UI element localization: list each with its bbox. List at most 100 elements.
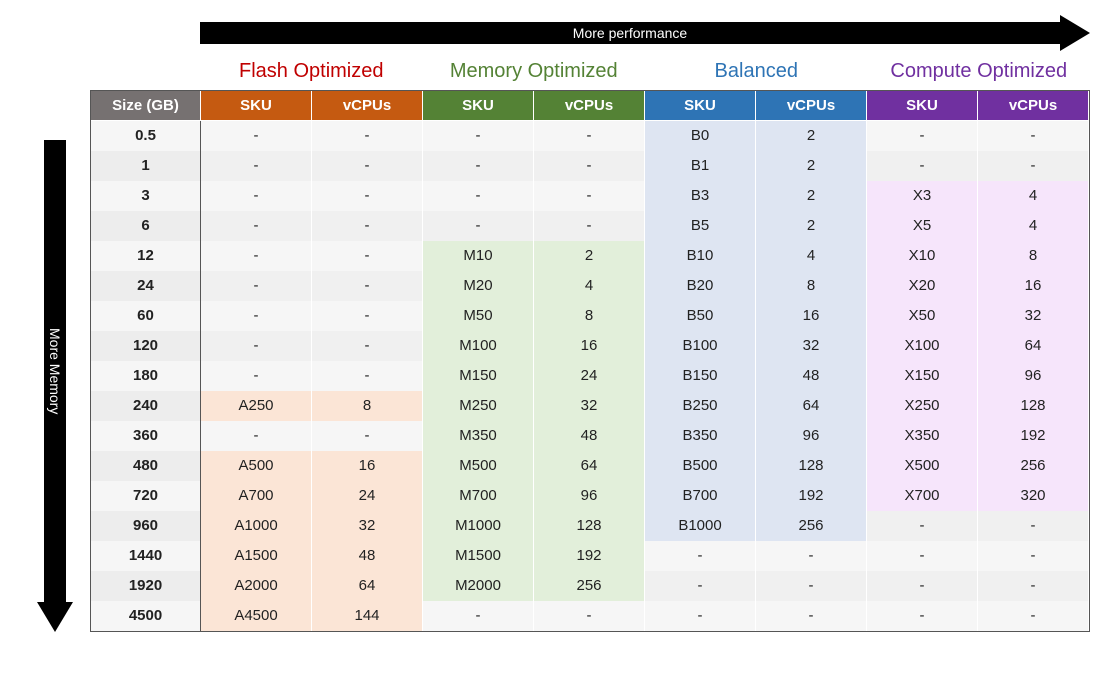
cell-comp-sku: -	[867, 121, 978, 151]
cell-size: 120	[91, 331, 201, 361]
cell-bal-sku: B150	[645, 361, 756, 391]
cell-flash-vcpu: 32	[312, 511, 423, 541]
table-row: 6----B52X54	[91, 211, 1089, 241]
table-row: 24--M204B208X2016	[91, 271, 1089, 301]
cell-flash-sku: A1000	[201, 511, 312, 541]
cell-mem-sku: M2000	[423, 571, 534, 601]
cell-flash-vcpu: 64	[312, 571, 423, 601]
cell-size: 24	[91, 271, 201, 301]
cell-comp-vcpu: -	[978, 151, 1089, 181]
cell-size: 60	[91, 301, 201, 331]
cell-comp-sku: -	[867, 601, 978, 631]
cell-size: 3	[91, 181, 201, 211]
table-row: 120--M10016B10032X10064	[91, 331, 1089, 361]
cell-bal-vcpu: 4	[756, 241, 867, 271]
cell-mem-vcpu: 128	[534, 511, 645, 541]
cell-mem-sku: -	[423, 121, 534, 151]
tier-label-bal: Balanced	[645, 60, 868, 90]
cell-mem-vcpu: 256	[534, 571, 645, 601]
table-row: 960A100032M1000128B1000256--	[91, 511, 1089, 541]
cell-bal-vcpu: 96	[756, 421, 867, 451]
table-row: 360--M35048B35096X350192	[91, 421, 1089, 451]
cell-comp-vcpu: 4	[978, 211, 1089, 241]
cell-mem-sku: M1500	[423, 541, 534, 571]
header-flash-vcpu: vCPUs	[312, 91, 423, 120]
cell-flash-vcpu: 48	[312, 541, 423, 571]
cell-flash-vcpu: 16	[312, 451, 423, 481]
cell-size: 720	[91, 481, 201, 511]
cell-bal-sku: B1000	[645, 511, 756, 541]
header-bal-vcpu: vCPUs	[756, 91, 867, 120]
cell-bal-sku: B700	[645, 481, 756, 511]
cell-flash-vcpu: -	[312, 151, 423, 181]
cell-mem-vcpu: 64	[534, 451, 645, 481]
cell-flash-sku: A2000	[201, 571, 312, 601]
cell-flash-sku: -	[201, 241, 312, 271]
cell-comp-sku: -	[867, 571, 978, 601]
cell-flash-vcpu: -	[312, 121, 423, 151]
cell-comp-sku: X20	[867, 271, 978, 301]
cell-comp-vcpu: 16	[978, 271, 1089, 301]
cell-flash-sku: -	[201, 421, 312, 451]
cell-flash-vcpu: -	[312, 181, 423, 211]
axis-left-label: More Memory	[47, 328, 63, 414]
cell-flash-sku: A4500	[201, 601, 312, 631]
cell-bal-vcpu: 8	[756, 271, 867, 301]
cell-comp-sku: X100	[867, 331, 978, 361]
cell-flash-sku: A1500	[201, 541, 312, 571]
cell-comp-sku: X500	[867, 451, 978, 481]
cell-bal-vcpu: 2	[756, 211, 867, 241]
cell-comp-vcpu: 32	[978, 301, 1089, 331]
cell-comp-sku: -	[867, 541, 978, 571]
cell-mem-sku: M500	[423, 451, 534, 481]
table-row: 240A2508M25032B25064X250128	[91, 391, 1089, 421]
cell-mem-vcpu: -	[534, 181, 645, 211]
table-row: 12--M102B104X108	[91, 241, 1089, 271]
cell-mem-sku: -	[423, 181, 534, 211]
cell-comp-vcpu: 256	[978, 451, 1089, 481]
cell-mem-vcpu: 16	[534, 331, 645, 361]
cell-mem-vcpu: 96	[534, 481, 645, 511]
cell-comp-vcpu: 320	[978, 481, 1089, 511]
cell-size: 480	[91, 451, 201, 481]
cell-bal-vcpu: 128	[756, 451, 867, 481]
cell-mem-sku: M700	[423, 481, 534, 511]
table-row: 4500A4500144------	[91, 601, 1089, 631]
cell-mem-vcpu: 8	[534, 301, 645, 331]
cell-size: 180	[91, 361, 201, 391]
cell-bal-vcpu: -	[756, 601, 867, 631]
axis-left-more-memory: More Memory	[20, 90, 90, 632]
cell-bal-sku: -	[645, 571, 756, 601]
cell-mem-vcpu: -	[534, 151, 645, 181]
cell-bal-sku: B500	[645, 451, 756, 481]
cell-comp-sku: -	[867, 511, 978, 541]
cell-flash-vcpu: 24	[312, 481, 423, 511]
cell-mem-sku: M250	[423, 391, 534, 421]
cell-comp-sku: -	[867, 151, 978, 181]
cell-mem-vcpu: 2	[534, 241, 645, 271]
cell-bal-vcpu: 64	[756, 391, 867, 421]
header-flash-sku: SKU	[201, 91, 312, 120]
arrow-down-head	[37, 602, 73, 632]
table-row: 1----B12--	[91, 151, 1089, 181]
table-row: 180--M15024B15048X15096	[91, 361, 1089, 391]
cell-size: 4500	[91, 601, 201, 631]
cell-mem-sku: -	[423, 211, 534, 241]
arrow-right-head	[1060, 15, 1090, 51]
cell-flash-sku: -	[201, 151, 312, 181]
cell-bal-vcpu: -	[756, 541, 867, 571]
cell-bal-vcpu: 2	[756, 121, 867, 151]
cell-mem-sku: -	[423, 601, 534, 631]
cell-flash-sku: -	[201, 271, 312, 301]
cell-comp-vcpu: -	[978, 541, 1089, 571]
cell-mem-vcpu: -	[534, 121, 645, 151]
cell-bal-sku: -	[645, 601, 756, 631]
cell-flash-sku: -	[201, 331, 312, 361]
cell-comp-vcpu: -	[978, 601, 1089, 631]
cell-bal-vcpu: 256	[756, 511, 867, 541]
cell-comp-sku: X3	[867, 181, 978, 211]
sku-table: Size (GB) SKUvCPUsSKUvCPUsSKUvCPUsSKUvCP…	[90, 90, 1090, 632]
cell-comp-vcpu: 128	[978, 391, 1089, 421]
cell-flash-vcpu: -	[312, 421, 423, 451]
table-row: 720A70024M70096B700192X700320	[91, 481, 1089, 511]
